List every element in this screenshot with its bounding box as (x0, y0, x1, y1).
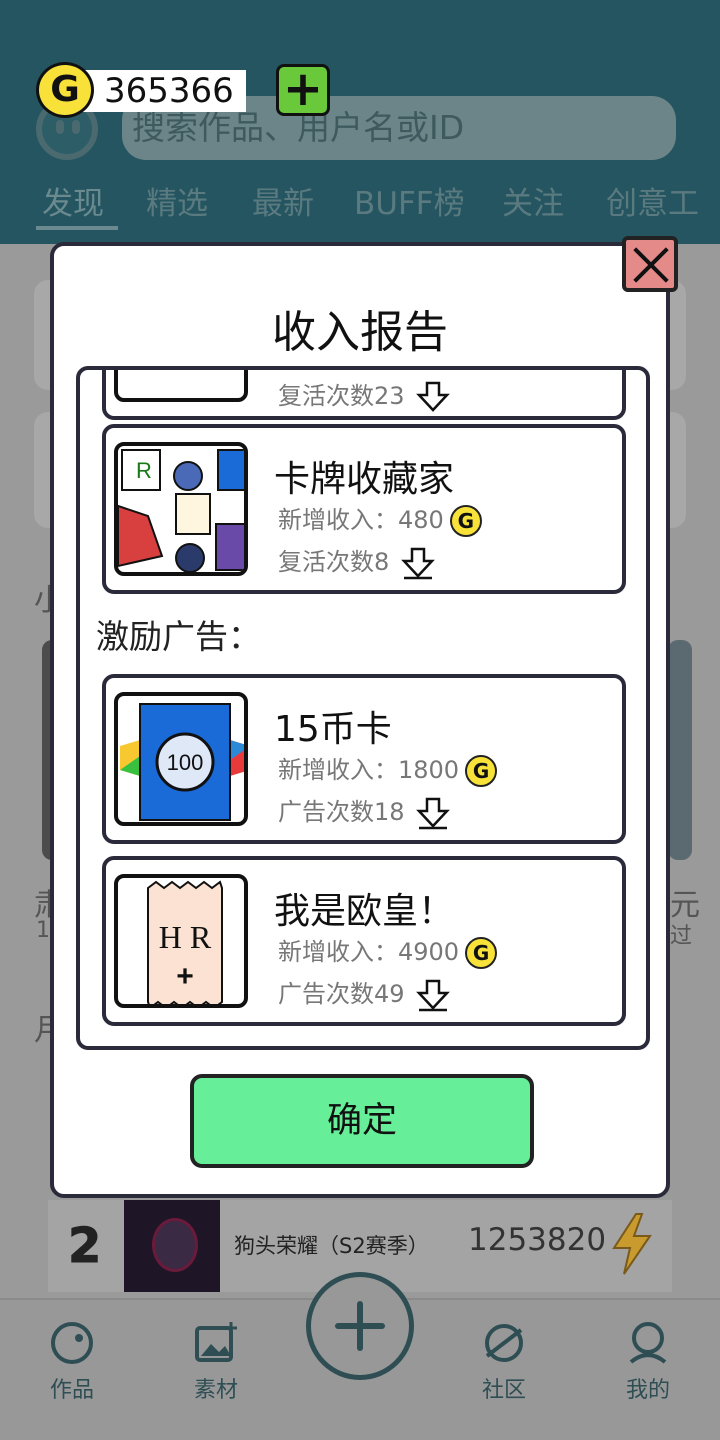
tab-featured[interactable]: 精选 (146, 178, 208, 223)
add-coins-button[interactable]: + (276, 64, 330, 116)
active-tab-indicator (36, 226, 118, 230)
card-plus-text: + (176, 960, 194, 993)
app-header: 搜索作品、用户名或ID 发现 精选 最新 BUFF榜 关注 创意工 (0, 0, 720, 244)
coin-balance: 365366 G + (36, 62, 330, 118)
create-button[interactable] (306, 1272, 414, 1380)
count-text: 复活次数23 (278, 376, 451, 414)
nav-label: 我的 (625, 1378, 670, 1403)
category-tabs: 发现 精选 最新 BUFF榜 关注 创意工 (0, 178, 720, 228)
tab-follow[interactable]: 关注 (502, 178, 564, 223)
image-add-icon (195, 1322, 237, 1362)
count-text: 复活次数8 (278, 542, 435, 580)
download-icon (401, 547, 435, 580)
bottom-navigation: 作品 素材 社区 我的 (0, 1272, 720, 1440)
tab-latest[interactable]: 最新 (252, 178, 314, 223)
bg-item-char: 1 (36, 918, 50, 943)
coin-card-thumbnail: 100 (114, 692, 248, 826)
rank-thumbnail (124, 1200, 220, 1292)
lightning-icon (612, 1213, 652, 1275)
tab-creative[interactable]: 创意工 (606, 178, 699, 223)
card-rarity-text: H R (159, 919, 212, 955)
planet-icon (485, 1324, 523, 1362)
bg-work-thumb (668, 640, 692, 860)
download-icon (416, 979, 451, 1012)
report-item: 复活次数23 (102, 370, 626, 420)
nav-label: 素材 (193, 1378, 238, 1403)
bg-item-char: 过 (670, 924, 693, 949)
report-list[interactable]: 复活次数23 R 卡牌收藏家 新增收入：480 G 复活次数8 激励广告： 10… (76, 366, 650, 1050)
download-icon (416, 381, 451, 412)
confirm-button[interactable]: 确定 (190, 1074, 534, 1168)
coin-icon: G (465, 937, 498, 969)
income-report-dialog: 收入报告 复活次数23 R 卡牌收藏家 新增收入：480 G 复活次数8 激励广… (50, 236, 678, 1198)
income-text: 新增收入：1800 G (278, 750, 498, 787)
coin-icon: G (449, 505, 482, 537)
rank-title: 狗头荣耀（S2赛季） (234, 1234, 429, 1258)
tab-discover[interactable]: 发现 (42, 178, 104, 223)
rank-number: 2 (67, 1218, 102, 1275)
report-item: R 卡牌收藏家 新增收入：480 G 复活次数8 (102, 424, 626, 594)
nav-community[interactable]: 社区 (464, 1320, 544, 1404)
nav-label: 社区 (481, 1378, 526, 1403)
income-text: 新增收入：4900 G (278, 932, 498, 969)
nav-profile[interactable]: 我的 (608, 1320, 688, 1404)
coin-card-value: 100 (167, 750, 204, 775)
lucky-card-thumbnail: H R + (114, 874, 248, 1008)
item-thumbnail (114, 370, 248, 402)
item-name: 我是欧皇！ (274, 891, 455, 932)
tab-buff-rank[interactable]: BUFF榜 (354, 178, 465, 223)
dialog-title: 收入报告 (272, 307, 448, 358)
download-icon (416, 797, 451, 830)
income-text: 新增收入：480 G (278, 500, 482, 537)
close-button[interactable] (622, 236, 678, 292)
svg-text:R: R (136, 458, 152, 483)
rank-score: 1253820 (468, 1222, 607, 1258)
card-collector-thumbnail: R (114, 442, 248, 576)
coin-icon: G (465, 755, 498, 787)
nav-label: 作品 (49, 1378, 94, 1403)
report-item: 100 15币卡 新增收入：1800 G 广告次数18 (102, 674, 626, 844)
nav-materials[interactable]: 素材 (176, 1320, 256, 1404)
report-item: H R + 我是欧皇！ 新增收入：4900 G 广告次数49 (102, 856, 626, 1026)
nav-works[interactable]: 作品 (32, 1320, 112, 1404)
palette-icon (51, 1322, 93, 1364)
coin-amount: 365366 (76, 70, 246, 112)
coin-icon: G (36, 62, 94, 118)
item-name: 卡牌收藏家 (274, 459, 455, 500)
ads-section-label: 激励广告： (96, 617, 261, 656)
profile-icon (629, 1322, 667, 1364)
item-name: 15币卡 (274, 709, 392, 750)
count-text: 广告次数18 (278, 792, 451, 830)
count-text: 广告次数49 (278, 974, 451, 1012)
